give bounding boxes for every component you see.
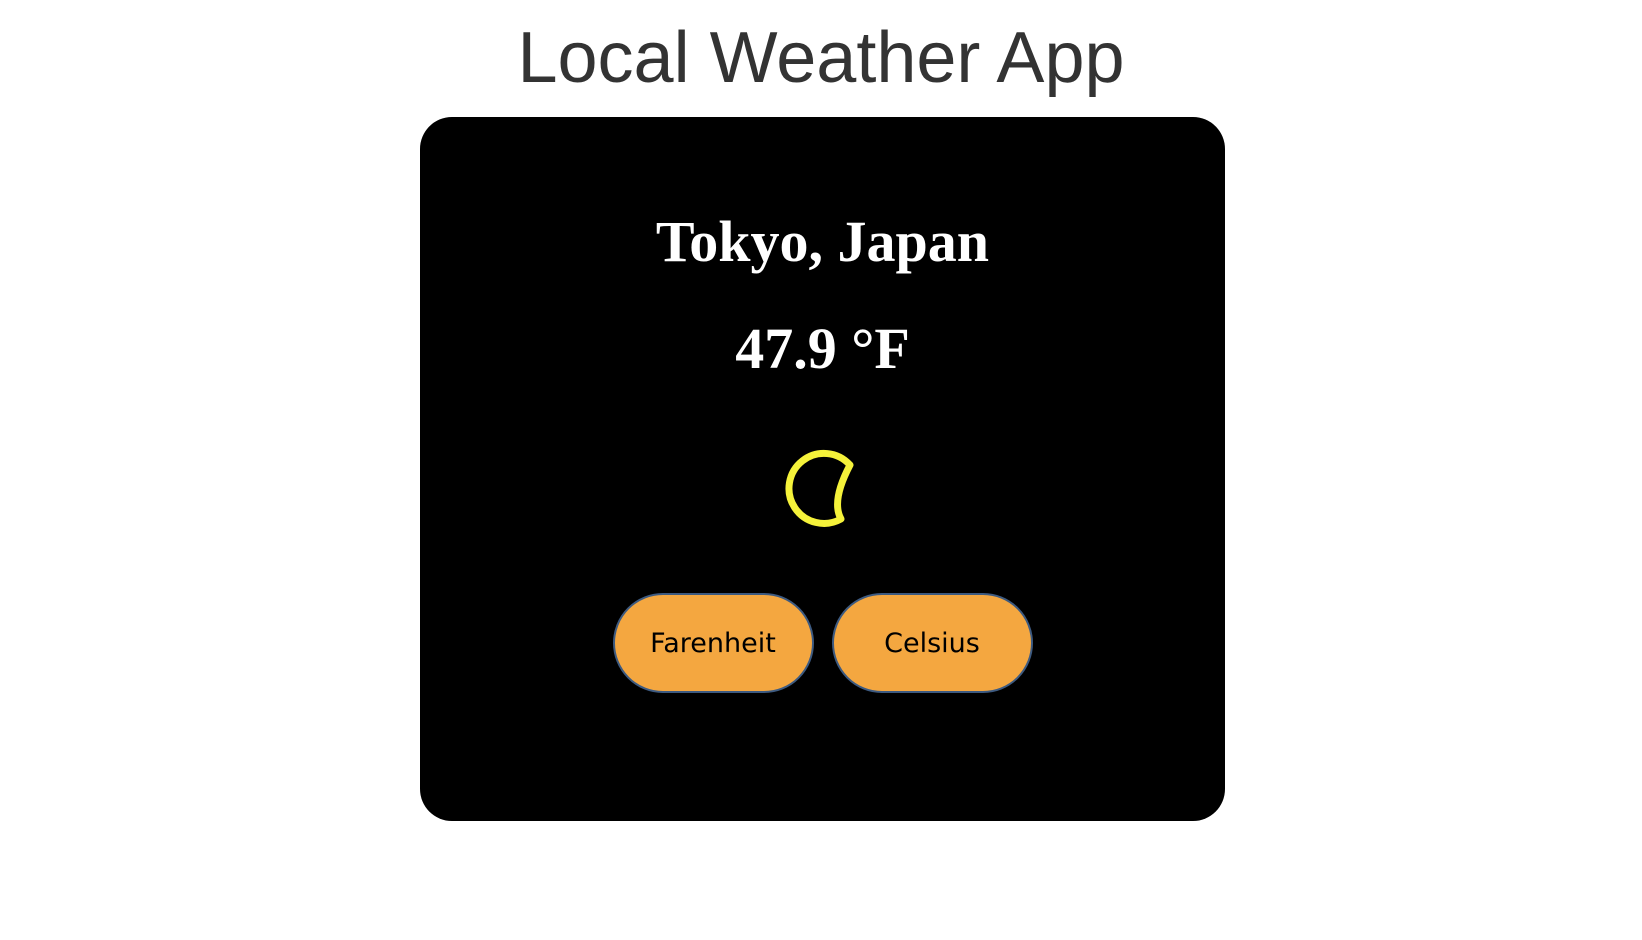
temperature-value: 47.9 °F bbox=[735, 316, 910, 381]
crescent-moon-icon bbox=[785, 449, 854, 527]
celsius-button[interactable]: Celsius bbox=[831, 593, 1033, 693]
weather-card: Tokyo, Japan 47.9 °F Farenheit Celsius bbox=[420, 117, 1225, 821]
page-title: Local Weather App bbox=[517, 18, 1125, 98]
fahrenheit-button[interactable]: Farenheit bbox=[612, 593, 814, 693]
unit-toggle-group: Farenheit Celsius bbox=[420, 593, 1225, 693]
page: Local Weather App Tokyo, Japan 47.9 °F F… bbox=[0, 0, 1642, 940]
location-label: Tokyo, Japan bbox=[655, 209, 990, 274]
